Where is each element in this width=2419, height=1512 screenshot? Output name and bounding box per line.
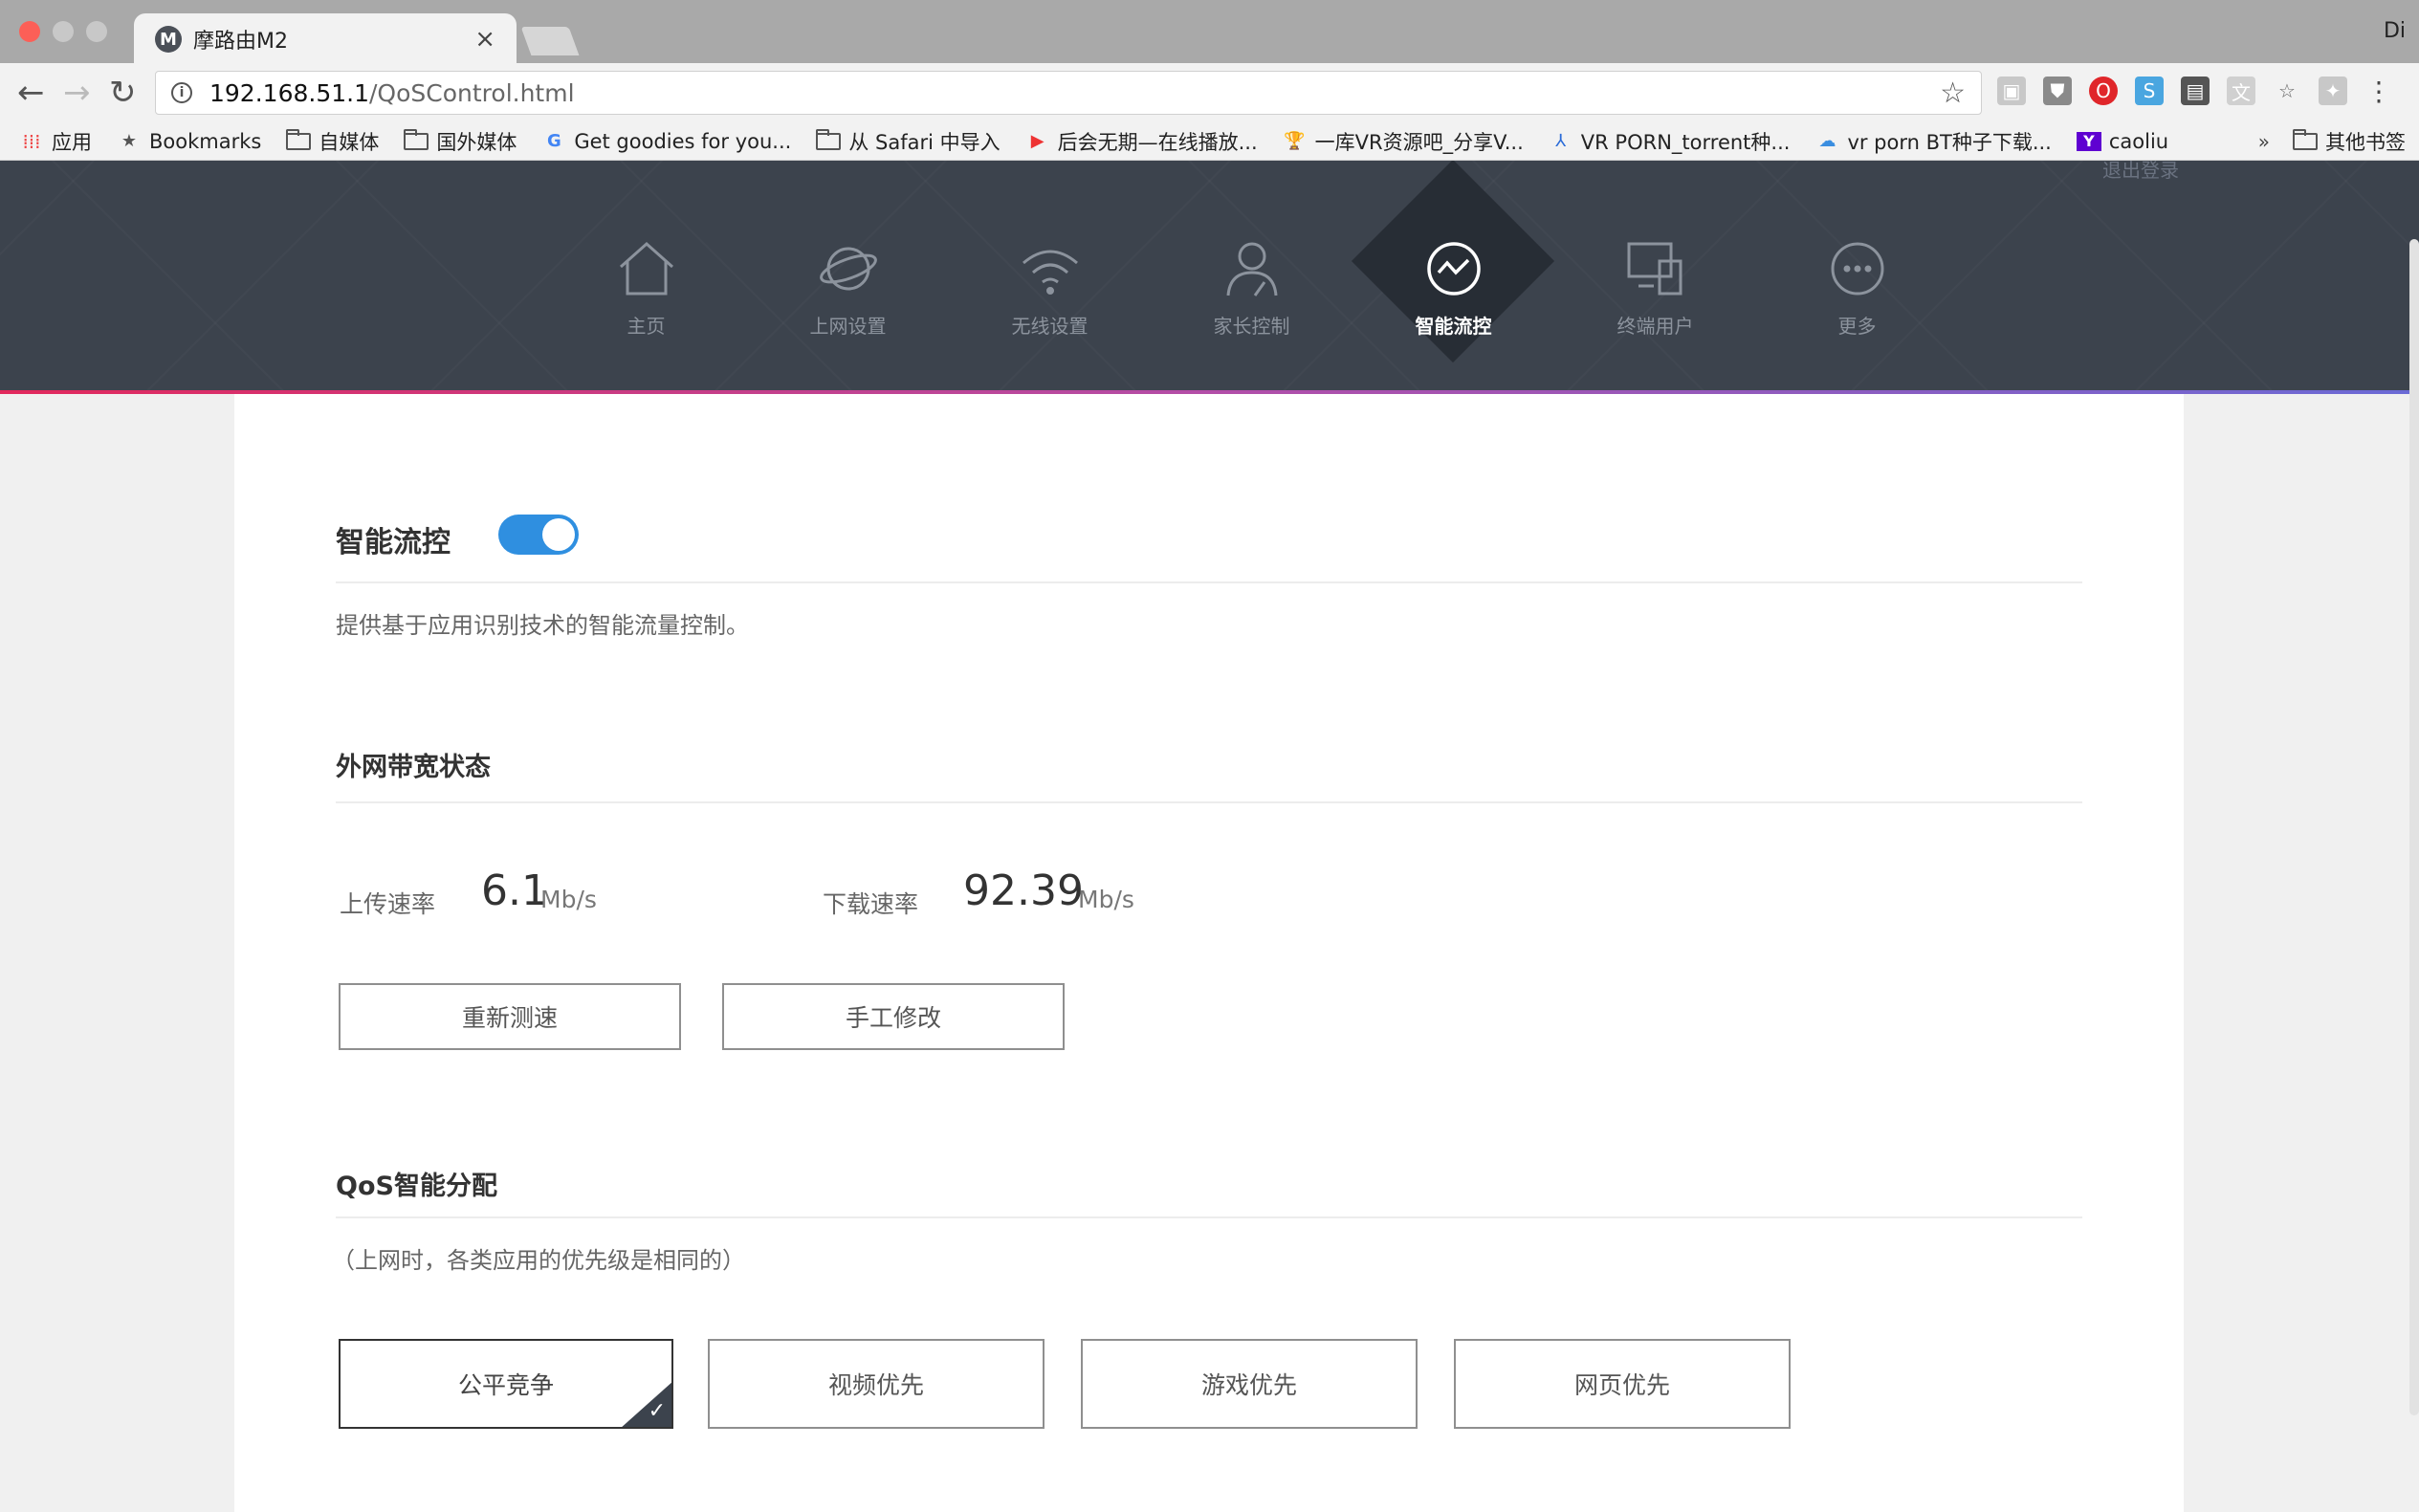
puzzle-extension-icon[interactable]: ✦ <box>2319 77 2347 105</box>
mode-web-button[interactable]: 网页优先 <box>1454 1339 1791 1429</box>
motorola-favicon-icon: M <box>155 26 182 53</box>
qos-header: 智能流控 <box>336 515 2082 583</box>
devices-icon <box>1627 242 1682 296</box>
home-icon <box>619 241 673 296</box>
folder-icon <box>816 128 842 150</box>
bookmarks-overflow-icon[interactable]: » <box>2258 130 2270 153</box>
nav-wireless[interactable]: 无线设置 <box>949 161 1151 393</box>
distribution-section-header: QoS智能分配 <box>336 1165 2082 1218</box>
reload-icon[interactable]: ↻ <box>109 75 137 111</box>
folder-icon <box>404 128 429 150</box>
film-extension-icon[interactable]: ▤ <box>2181 77 2210 105</box>
bookmark-folder-safari[interactable]: 从 Safari 中导入 <box>816 127 1001 156</box>
qos-description: 提供基于应用识别技术的智能流量控制。 <box>336 612 749 639</box>
bandwidth-title: 外网带宽状态 <box>336 753 491 782</box>
nav-internet[interactable]: 上网设置 <box>747 161 949 393</box>
download-value: 92.39 <box>963 866 1084 915</box>
browser-toolbar: ← → ↻ i 192.168.51.1/QoSControl.html ☆ ▣… <box>0 63 2419 122</box>
minimize-window-button[interactable] <box>53 21 74 42</box>
main-nav: 主页 上网设置 无线设置 家长控制 智能流控 终端用户 更多 <box>545 161 1958 393</box>
distribution-title: QoS智能分配 <box>336 1172 497 1201</box>
qos-panel: 智能流控 提供基于应用识别技术的智能流量控制。 外网带宽状态 上传速率 6.1 … <box>234 394 2184 1512</box>
mode-fair-button[interactable]: 公平竞争 ✓ <box>339 1339 673 1429</box>
back-arrow-icon[interactable]: ← <box>17 75 45 111</box>
extensions-bar: ▣ ⛊ O S ▤ 文 ☆ ✦ ⋮ <box>1997 76 2393 107</box>
bookmark-vrporn-bt[interactable]: ☁ vr porn BT种子下载... <box>1814 127 2051 156</box>
s-extension-icon[interactable]: S <box>2135 77 2164 105</box>
bandwidth-section-header: 外网带宽状态 <box>336 746 2082 803</box>
star-icon: ★ <box>121 131 138 151</box>
nav-devices[interactable]: 终端用户 <box>1554 161 1756 393</box>
folder-icon <box>286 128 312 150</box>
bookmark-folder-zimeiti[interactable]: 自媒体 <box>286 127 379 156</box>
bookmark-google[interactable]: G Get goodies for you... <box>541 130 791 153</box>
image-extension-icon[interactable]: ▣ <box>1997 77 2026 105</box>
check-icon: ✓ <box>648 1399 666 1423</box>
opera-extension-icon[interactable]: O <box>2089 77 2118 105</box>
bookmark-apps[interactable]: ⁞⁞⁞ 应用 <box>19 127 92 156</box>
yahoo-icon: Y <box>2076 131 2101 151</box>
menu-kebab-icon[interactable]: ⋮ <box>2364 76 2393 107</box>
close-window-button[interactable] <box>19 21 40 42</box>
tab-title: 摩路由M2 <box>193 30 288 54</box>
bookmark-caoliu[interactable]: Y caoliu <box>2076 130 2168 153</box>
bookmark-vrporn-torrent[interactable]: ⅄ VR PORN_torrent种... <box>1549 127 1790 156</box>
profile-name[interactable]: Di <box>2384 19 2406 43</box>
manual-edit-button[interactable]: 手工修改 <box>722 983 1065 1050</box>
shield-extension-icon[interactable]: ⛊ <box>2043 77 2072 105</box>
upload-unit: Mb/s <box>540 886 597 913</box>
download-unit: Mb/s <box>1078 886 1134 913</box>
address-bar[interactable]: i 192.168.51.1/QoSControl.html ☆ <box>155 71 1982 115</box>
bookmark-bookmarks[interactable]: ★ Bookmarks <box>117 130 261 153</box>
browser-tab[interactable]: M 摩路由M2 × <box>134 13 517 65</box>
wifi-icon <box>1022 250 1078 295</box>
apps-grid-icon: ⁞⁞⁞ <box>22 129 41 153</box>
retest-button[interactable]: 重新测速 <box>339 983 681 1050</box>
translate-extension-icon[interactable]: 文 <box>2227 77 2255 105</box>
forward-arrow-icon[interactable]: → <box>63 75 91 111</box>
page-scrollbar[interactable] <box>2409 239 2419 1415</box>
site-info-icon[interactable]: i <box>171 82 192 103</box>
qos-icon <box>1426 242 1481 296</box>
bookmark-star-icon[interactable]: ☆ <box>1940 77 1966 110</box>
nav-qos[interactable]: 智能流控 <box>1351 161 1555 393</box>
bookmark-yiku[interactable]: 🏆 一库VR资源吧_分享V... <box>1283 127 1523 156</box>
mode-video-button[interactable]: 视频优先 <box>708 1339 1045 1429</box>
url-text[interactable]: 192.168.51.1/QoSControl.html <box>209 79 575 107</box>
upload-value: 6.1 <box>481 866 548 915</box>
bookmark-folder-guowai[interactable]: 国外媒体 <box>404 127 517 156</box>
trophy-icon: 🏆 <box>1284 131 1306 151</box>
bookmark-other[interactable]: 其他书签 <box>2293 127 2406 156</box>
star-extension-icon[interactable]: ☆ <box>2273 77 2301 105</box>
download-label: 下载速率 <box>823 890 919 918</box>
person-icon: ⅄ <box>1555 131 1567 151</box>
google-icon: G <box>546 131 561 151</box>
browser-titlebar: M 摩路由M2 × Di <box>0 0 2419 65</box>
mode-game-button[interactable]: 游戏优先 <box>1081 1339 1418 1429</box>
bookmarks-bar: ⁞⁞⁞ 应用 ★ Bookmarks 自媒体 国外媒体 G Get goodie… <box>0 122 2419 161</box>
distribution-note: （上网时，各类应用的优先级是相同的） <box>332 1247 745 1274</box>
maximize-window-button[interactable] <box>86 21 107 42</box>
nav-more[interactable]: 更多 <box>1756 161 1958 393</box>
play-icon: ▶ <box>1030 131 1045 151</box>
folder-icon <box>2293 129 2318 150</box>
cloud-icon: ☁ <box>1818 131 1836 151</box>
router-header: 退出登录 主页 上网设置 无线设置 家长控制 智能流控 终端用户 更多 <box>0 161 2419 393</box>
upload-label: 上传速率 <box>340 890 436 918</box>
parent-icon <box>1226 242 1277 296</box>
planet-icon <box>819 247 877 291</box>
nav-parental[interactable]: 家长控制 <box>1151 161 1352 393</box>
tab-close-icon[interactable]: × <box>474 25 495 54</box>
more-icon <box>1831 242 1883 296</box>
qos-toggle[interactable] <box>498 515 579 555</box>
page-title: 智能流控 <box>336 526 451 559</box>
new-tab-button[interactable] <box>520 27 580 55</box>
logout-link[interactable]: 退出登录 <box>2102 161 2179 183</box>
nav-home[interactable]: 主页 <box>545 161 747 393</box>
bookmark-houhui[interactable]: ▶ 后会无期—在线播放... <box>1025 127 1258 156</box>
